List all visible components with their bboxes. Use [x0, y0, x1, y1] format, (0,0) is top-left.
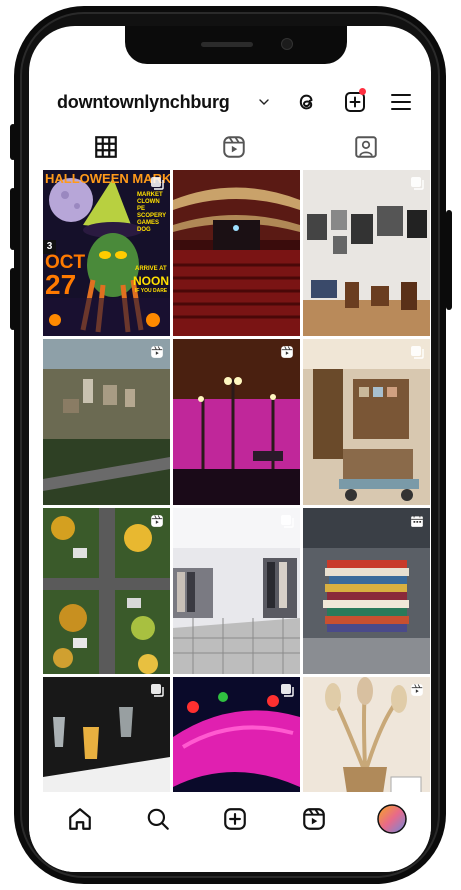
tab-grid[interactable] — [93, 134, 119, 160]
volume-down-button — [10, 268, 16, 330]
tab-tagged[interactable] — [353, 134, 379, 160]
carousel-icon — [281, 684, 294, 697]
carousel-icon — [411, 346, 424, 359]
reel-icon — [281, 346, 293, 358]
create-icon[interactable] — [222, 806, 248, 832]
post-book-stack[interactable] — [303, 508, 430, 674]
notification-dot — [359, 88, 366, 95]
home-icon[interactable] — [67, 806, 93, 832]
reel-icon — [151, 346, 163, 358]
app-screen: downtownlynchburg HALLOWEEN MARKE MARKET… — [29, 26, 431, 872]
poster-dare: IF YOU DARE — [135, 288, 168, 294]
post-antique-shop[interactable] — [303, 339, 430, 505]
antique-shop-image — [303, 339, 430, 505]
carousel-icon — [281, 515, 294, 528]
poster-line: MARKET — [137, 192, 163, 198]
poster-line: CLOWN PE — [137, 199, 160, 212]
carousel-icon — [151, 177, 164, 190]
profile-header: downtownlynchburg — [29, 86, 431, 122]
reels-nav-icon[interactable] — [301, 806, 327, 832]
volume-up-button — [10, 188, 16, 250]
pink-venue-image — [173, 339, 300, 505]
poster-line: GAMES — [137, 220, 160, 226]
search-icon[interactable] — [145, 806, 171, 832]
profile-username[interactable]: downtownlynchburg — [57, 92, 230, 113]
carousel-icon — [151, 684, 164, 697]
mute-switch — [10, 124, 16, 160]
city-aerial-image — [43, 339, 170, 505]
post-photo-gallery[interactable] — [303, 170, 430, 336]
boutique-image — [173, 508, 300, 674]
poster-day: 27 — [45, 269, 77, 300]
menu-icon[interactable] — [389, 90, 413, 114]
poster-arrive: ARRIVE AT — [135, 266, 167, 272]
power-button — [446, 210, 452, 310]
poster-line: DOG — [137, 227, 151, 233]
posts-grid: HALLOWEEN MARKE MARKET CLOWN PE SCOPERY … — [43, 170, 431, 792]
threads-icon[interactable] — [295, 90, 319, 114]
reel-icon — [411, 684, 423, 696]
reel-icon — [151, 515, 163, 527]
poster-noon: NOON — [133, 274, 169, 288]
post-pink-venue[interactable] — [173, 339, 300, 505]
post-dining-table[interactable] — [43, 677, 170, 792]
speaker — [201, 42, 253, 47]
carousel-icon — [411, 177, 424, 190]
bottom-nav — [29, 792, 431, 872]
notch — [125, 26, 347, 64]
calendar-icon — [411, 515, 423, 527]
theater-image — [173, 170, 300, 336]
front-camera — [281, 38, 293, 50]
post-autumn-street-aerial[interactable] — [43, 508, 170, 674]
profile-tabs — [29, 130, 431, 164]
post-theater-interior[interactable] — [173, 170, 300, 336]
poster-side-list: MARKET CLOWN PE SCOPERY GAMES DOG — [137, 192, 169, 234]
tab-reels[interactable] — [221, 134, 247, 160]
books-image — [303, 508, 430, 674]
post-clothing-boutique[interactable] — [173, 508, 300, 674]
gallery-image — [303, 170, 430, 336]
post-halloween-market[interactable]: HALLOWEEN MARKE MARKET CLOWN PE SCOPERY … — [43, 170, 170, 336]
post-dried-flowers[interactable] — [303, 677, 430, 792]
profile-avatar[interactable] — [377, 804, 407, 834]
poster-line: SCOPERY — [137, 213, 167, 219]
autumn-aerial-image — [43, 508, 170, 674]
post-light-display[interactable] — [173, 677, 300, 792]
post-city-aerial[interactable] — [43, 339, 170, 505]
chevron-down-icon[interactable] — [259, 98, 269, 106]
